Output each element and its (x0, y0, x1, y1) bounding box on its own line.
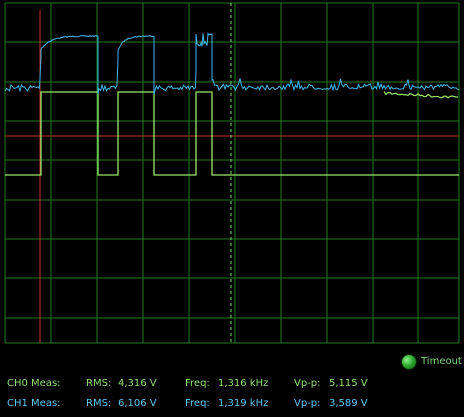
ch1-freq-value: 1,319 kHz (218, 398, 269, 409)
waveform-traces (4, 32, 460, 176)
ch0-rms-label: RMS: (86, 378, 112, 389)
status-label: Timeout (421, 356, 462, 367)
ch1-vpp-label: Vp-p: (294, 398, 321, 409)
ch1-measurement-row: CH1 Meas: RMS: 6,106 V Freq: 1,319 kHz V… (0, 398, 464, 412)
graticule-grid (4, 2, 460, 344)
ch0-vpp-value: 5,115 V (329, 378, 368, 389)
ch0-freq-value: 1,316 kHz (218, 378, 269, 389)
ch1-vpp-value: 3,589 V (329, 398, 368, 409)
ch0-freq-label: Freq: (185, 378, 210, 389)
ch1-name: CH1 Meas: (7, 398, 61, 409)
measurement-cursors (5, 3, 459, 343)
ch0-rms-value: 4,316 V (118, 378, 157, 389)
ch0-name: CH0 Meas: (7, 378, 61, 389)
ch1-rms-label: RMS: (86, 398, 112, 409)
oscilloscope-display[interactable] (0, 0, 464, 346)
ch0-measurement-row: CH0 Meas: RMS: 4,316 V Freq: 1,316 kHz V… (0, 378, 464, 392)
ch0-trace (5, 91, 459, 176)
status-led-icon (402, 355, 416, 369)
ch1-rms-value: 6,106 V (118, 398, 157, 409)
ch1-freq-label: Freq: (185, 398, 210, 409)
ch0-vpp-label: Vp-p: (294, 378, 321, 389)
ch0-trace-tail (383, 91, 459, 99)
